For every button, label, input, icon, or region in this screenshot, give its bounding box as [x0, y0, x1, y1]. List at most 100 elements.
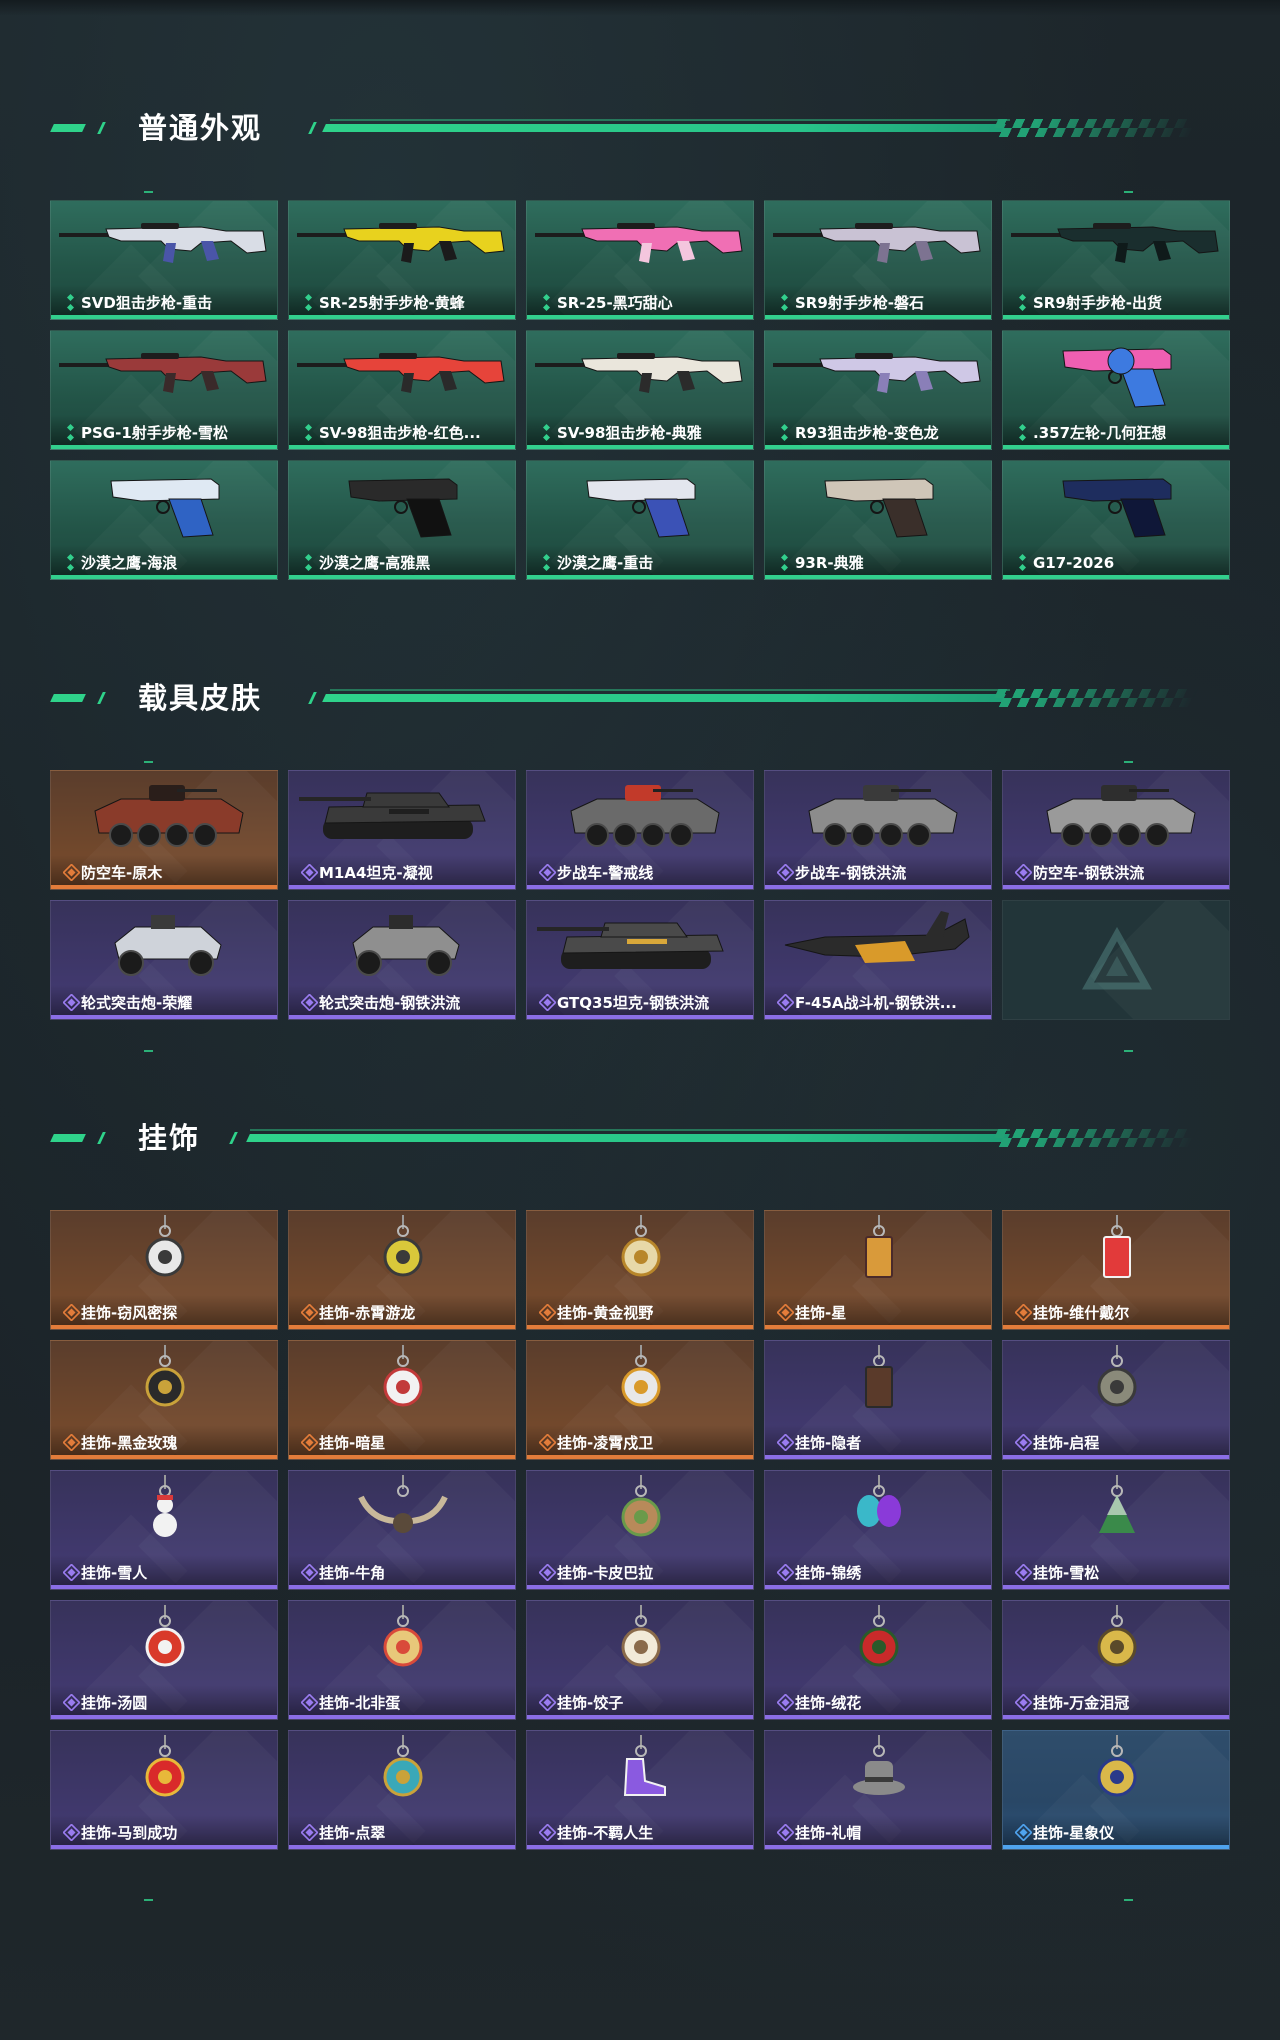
header-progress-line [322, 694, 1006, 702]
skin-card[interactable]: SR9射手步枪-出货 [1002, 200, 1230, 320]
skin-card[interactable]: 挂饰-启程 [1002, 1340, 1230, 1460]
skin-card[interactable]: SV-98狙击步枪-红色... [288, 330, 516, 450]
skin-card[interactable]: 挂饰-暗星 [288, 1340, 516, 1460]
skin-card[interactable]: 轮式突击炮-荣耀 [50, 900, 278, 1020]
section-title: 普通外观 [138, 111, 263, 145]
skin-card[interactable]: 沙漠之鹰-重击 [526, 460, 754, 580]
rarity-green-icon [301, 554, 316, 571]
skin-card[interactable]: 挂饰-黑金玫瑰 [50, 1340, 278, 1460]
skin-card[interactable]: .357左轮-几何狂想 [1002, 330, 1230, 450]
skin-card[interactable]: 挂饰-维什戴尔 [1002, 1210, 1230, 1330]
skin-card[interactable]: PSG-1射手步枪-雪松 [50, 330, 278, 450]
skin-card[interactable]: F-45A战斗机-钢铁洪... [764, 900, 992, 1020]
skin-card[interactable]: R93狙击步枪-变色龙 [764, 330, 992, 450]
rarity-bar [765, 445, 991, 449]
skin-card[interactable]: 挂饰-窃风密探 [50, 1210, 278, 1330]
charm-card-icon [765, 1341, 991, 1429]
skin-card[interactable]: 挂饰-牛角 [288, 1470, 516, 1590]
skin-name: 挂饰-锦绣 [795, 1564, 862, 1582]
skin-card[interactable]: 挂饰-卡皮巴拉 [526, 1470, 754, 1590]
rarity-purple-icon [300, 1563, 319, 1582]
charm-bowl-icon [51, 1601, 277, 1689]
skin-card[interactable]: 挂饰-雪人 [50, 1470, 278, 1590]
rarity-bar [527, 1015, 753, 1019]
skin-card[interactable]: 轮式突击炮-钢铁洪流 [288, 900, 516, 1020]
skin-card[interactable]: 挂饰-星象仪 [1002, 1730, 1230, 1850]
skin-name: SR-25-黑巧甜心 [557, 294, 673, 312]
rarity-bar [527, 885, 753, 889]
header-accent-mark [97, 122, 106, 134]
skin-card[interactable]: SR9射手步枪-磐石 [764, 200, 992, 320]
skin-card[interactable]: 挂饰-马到成功 [50, 1730, 278, 1850]
rarity-green-icon [301, 294, 316, 311]
rarity-bar [51, 1015, 277, 1019]
skin-card[interactable]: 挂饰-黄金视野 [526, 1210, 754, 1330]
skin-name: GTQ35坦克-钢铁洪流 [557, 994, 710, 1012]
skin-name: 步战车-钢铁洪流 [795, 864, 907, 882]
top-strip [0, 0, 1280, 16]
skin-name: 挂饰-维什戴尔 [1033, 1304, 1130, 1322]
skin-name: 挂饰-北非蛋 [319, 1694, 401, 1712]
skin-card[interactable]: M1A4坦克-凝视 [288, 770, 516, 890]
rarity-purple-icon [538, 1563, 557, 1582]
skin-card[interactable]: SVD狙击步枪-重击 [50, 200, 278, 320]
skin-card[interactable]: 挂饰-汤圆 [50, 1600, 278, 1720]
rifle-icon [51, 331, 277, 419]
skin-card[interactable]: 挂饰-雪松 [1002, 1470, 1230, 1590]
charm-horse-icon [51, 1731, 277, 1819]
pistol-icon [289, 461, 515, 549]
skin-card[interactable]: 沙漠之鹰-海浪 [50, 460, 278, 580]
skin-card[interactable]: 沙漠之鹰-高雅黑 [288, 460, 516, 580]
rarity-purple-icon [776, 993, 795, 1012]
rarity-orange-icon [300, 1303, 319, 1322]
rarity-orange-icon [538, 1433, 557, 1452]
rarity-bar [527, 1715, 753, 1719]
skin-card[interactable]: 挂饰-不羁人生 [526, 1730, 754, 1850]
rarity-bar [1003, 445, 1229, 449]
pistol-icon [527, 461, 753, 549]
skin-card[interactable]: SR-25射手步枪-黄蜂 [288, 200, 516, 320]
rarity-purple-icon [300, 1693, 319, 1712]
rarity-green-icon [1015, 294, 1030, 311]
rarity-green-icon [777, 294, 792, 311]
skin-card[interactable]: 挂饰-凌霄戍卫 [526, 1340, 754, 1460]
skin-card[interactable]: 挂饰-点翠 [288, 1730, 516, 1850]
charm-figure-icon [289, 1211, 515, 1299]
rarity-bar [289, 1845, 515, 1849]
skin-card[interactable]: 挂饰-礼帽 [764, 1730, 992, 1850]
skin-card[interactable]: 挂饰-锦绣 [764, 1470, 992, 1590]
skin-card[interactable]: GTQ35坦克-钢铁洪流 [526, 900, 754, 1020]
charm-figure-icon [51, 1211, 277, 1299]
skin-card[interactable]: 93R-典雅 [764, 460, 992, 580]
skin-card[interactable]: 挂饰-星 [764, 1210, 992, 1330]
buggy-icon [289, 901, 515, 989]
charm-shoe-icon [527, 1731, 753, 1819]
charm-bowl-icon [289, 1601, 515, 1689]
skin-name: 挂饰-隐者 [795, 1434, 862, 1452]
skin-name: PSG-1射手步枪-雪松 [81, 424, 228, 442]
section-charms: 挂饰 挂饰-窃风密探 挂饰-赤霄游龙 挂饰-黄金视野 挂饰-星 挂饰-维什戴尔 挂饰-黑金… [0, 1112, 1280, 1912]
charm-medal-icon [51, 1341, 277, 1429]
skin-card[interactable]: 挂饰-赤霄游龙 [288, 1210, 516, 1330]
skin-card[interactable]: G17-2026 [1002, 460, 1230, 580]
skin-card[interactable]: 挂饰-北非蛋 [288, 1600, 516, 1720]
skin-card[interactable]: 步战车-警戒线 [526, 770, 754, 890]
skin-card[interactable]: 步战车-钢铁洪流 [764, 770, 992, 890]
section-title: 载具皮肤 [138, 681, 263, 715]
skin-card[interactable]: SV-98狙击步枪-典雅 [526, 330, 754, 450]
skin-name: 轮式突击炮-钢铁洪流 [319, 994, 461, 1012]
charm-horns-icon [289, 1471, 515, 1559]
rarity-bar [765, 575, 991, 579]
skin-card[interactable]: 挂饰-饺子 [526, 1600, 754, 1720]
skin-card[interactable]: 挂饰-万金泪冠 [1002, 1600, 1230, 1720]
skin-card[interactable]: 挂饰-隐者 [764, 1340, 992, 1460]
rarity-purple-icon [776, 1823, 795, 1842]
rarity-bar [289, 445, 515, 449]
charm-bowl-icon [527, 1601, 753, 1689]
rarity-bar [527, 1845, 753, 1849]
skin-card[interactable]: 防空车-原木 [50, 770, 278, 890]
skin-card[interactable]: 防空车-钢铁洪流 [1002, 770, 1230, 890]
skin-card[interactable]: SR-25-黑巧甜心 [526, 200, 754, 320]
skin-card[interactable]: 挂饰-绒花 [764, 1600, 992, 1720]
rarity-bar [289, 1015, 515, 1019]
